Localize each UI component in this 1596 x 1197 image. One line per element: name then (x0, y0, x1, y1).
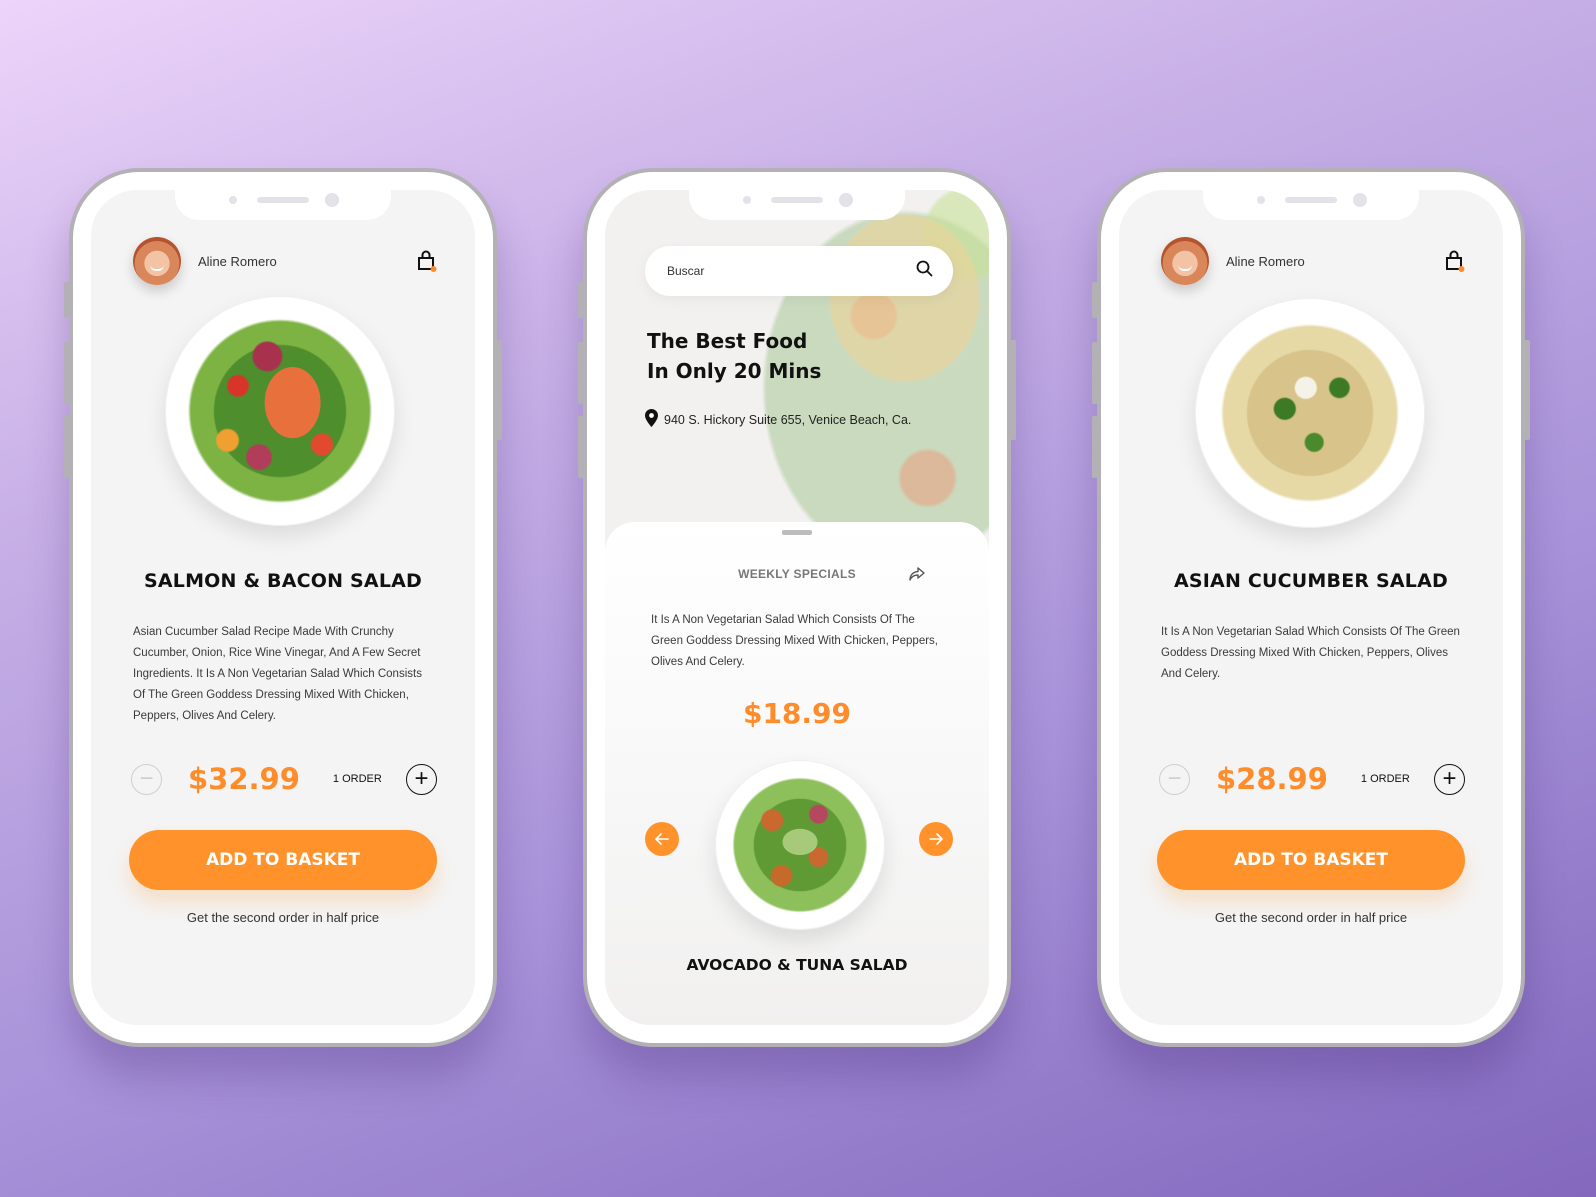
order-count: 1 ORDER (1360, 773, 1410, 785)
previous-item-button[interactable] (645, 822, 679, 856)
user-header: Aline Romero (133, 236, 437, 286)
decrease-quantity-button[interactable]: − (131, 763, 162, 795)
increase-quantity-button[interactable]: + (1434, 763, 1465, 795)
product-price: $28.99 (1216, 762, 1328, 796)
side-button (578, 282, 584, 318)
user-name: Aline Romero (1226, 253, 1305, 269)
power-button (1010, 340, 1016, 440)
dish-plate-image (715, 760, 885, 930)
user-header: Aline Romero (1161, 236, 1465, 286)
quantity-row: − $32.99 1 ORDER + (131, 762, 437, 796)
asian-cucumber-salad-image (1205, 308, 1415, 518)
phone-notch (689, 190, 905, 220)
search-input[interactable] (667, 264, 916, 278)
phone-product-detail-cucumber: Aline Romero ASIAN CUCUMBER SALAD It Is … (1092, 168, 1530, 1047)
sheet-drag-handle[interactable] (782, 530, 812, 535)
hero-title-line-1: The Best Food (647, 329, 808, 353)
power-button (496, 340, 502, 440)
volume-up-button (64, 342, 70, 404)
shopping-bag-icon[interactable] (417, 250, 437, 272)
product-price: $32.99 (188, 762, 300, 796)
arrow-right-icon (929, 833, 943, 845)
power-button (1524, 340, 1530, 440)
add-to-basket-button[interactable]: ADD TO BASKET (129, 830, 437, 890)
order-count: 1 ORDER (332, 773, 382, 785)
hero-title-line-2: In Only 20 Mins (647, 359, 822, 383)
promo-text: Get the second order in half price (1214, 910, 1408, 925)
side-button (64, 282, 70, 318)
dish-plate-image (165, 296, 395, 526)
avatar[interactable] (1161, 237, 1209, 285)
quantity-row: − $28.99 1 ORDER + (1159, 762, 1465, 796)
special-product-name: AVOCADO & TUNA SALAD (686, 956, 908, 974)
volume-down-button (1092, 416, 1098, 478)
hero-title: The Best Food In Only 20 Mins (647, 326, 821, 386)
search-icon[interactable] (916, 260, 933, 282)
product-title: ASIAN CUCUMBER SALAD (1173, 570, 1448, 592)
product-description: It Is A Non Vegetarian Salad Which Consi… (1161, 626, 1460, 680)
next-item-button[interactable] (919, 822, 953, 856)
volume-down-button (64, 416, 70, 478)
user-name: Aline Romero (198, 253, 277, 269)
phone-home-weekly-specials: The Best Food In Only 20 Mins 940 S. Hic… (578, 168, 1016, 1047)
special-description: It Is A Non Vegetarian Salad Which Consi… (651, 614, 938, 668)
search-bar[interactable] (645, 246, 953, 296)
salmon-salad-image (175, 306, 385, 516)
delivery-address[interactable]: 940 S. Hickory Suite 655, Venice Beach, … (645, 409, 911, 430)
volume-up-button (578, 342, 584, 404)
phone-notch (175, 190, 391, 220)
phone-screen: Aline Romero ASIAN CUCUMBER SALAD It Is … (1119, 190, 1503, 1025)
product-description: Asian Cucumber Salad Recipe Made With Cr… (133, 626, 422, 722)
location-pin-icon (645, 409, 658, 430)
product-title: SALMON & BACON SALAD (143, 570, 423, 592)
volume-down-button (578, 416, 584, 478)
phone-screen: Aline Romero SALMON & BACON SALAD Asian … (91, 190, 475, 1025)
increase-quantity-button[interactable]: + (406, 763, 437, 795)
phone-screen: The Best Food In Only 20 Mins 940 S. Hic… (605, 190, 989, 1025)
avatar[interactable] (133, 237, 181, 285)
promo-text: Get the second order in half price (186, 910, 380, 925)
phone-notch (1203, 190, 1419, 220)
avocado-tuna-salad-image (723, 768, 877, 922)
decrease-quantity-button[interactable]: − (1159, 763, 1190, 795)
weekly-specials-title: WEEKLY SPECIALS (738, 567, 856, 581)
address-text: 940 S. Hickory Suite 655, Venice Beach, … (664, 412, 912, 427)
phone-product-detail-salmon: Aline Romero SALMON & BACON SALAD Asian … (64, 168, 502, 1047)
volume-up-button (1092, 342, 1098, 404)
dish-plate-image (1195, 298, 1425, 528)
side-button (1092, 282, 1098, 318)
arrow-left-icon (655, 833, 669, 845)
weekly-specials-sheet: WEEKLY SPECIALS It Is A Non Vegetarian S… (605, 522, 989, 1025)
add-to-basket-button[interactable]: ADD TO BASKET (1157, 830, 1465, 890)
special-price: $18.99 (742, 697, 852, 730)
shopping-bag-icon[interactable] (1445, 250, 1465, 272)
share-icon[interactable] (909, 567, 925, 586)
